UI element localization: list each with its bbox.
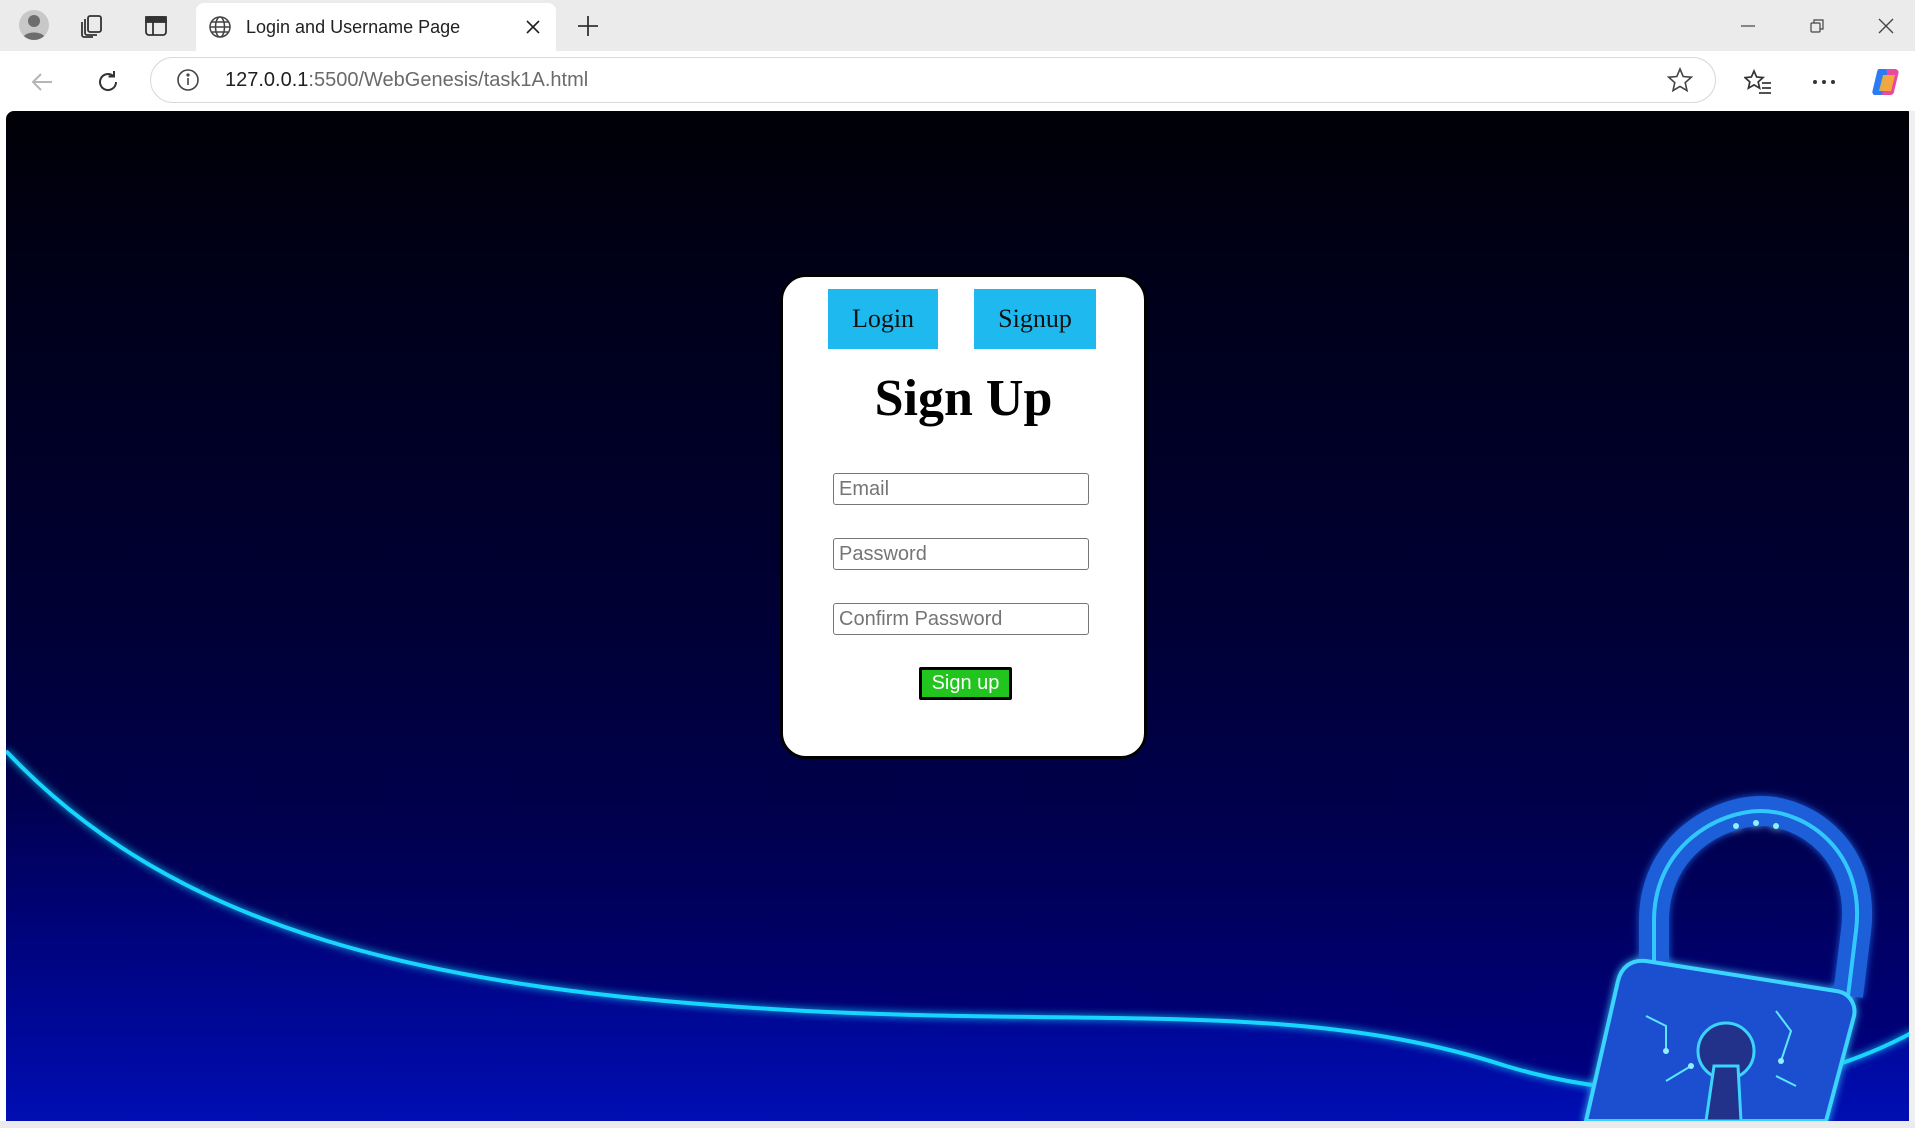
back-button[interactable] (22, 62, 62, 102)
form-title: Sign Up (874, 370, 1053, 427)
url-text: 127.0.0.1:5500/WebGenesis/task1A.html (225, 69, 1665, 92)
confirm-password-field[interactable] (833, 603, 1089, 635)
window-close-button[interactable] (1866, 8, 1906, 44)
plus-icon (578, 16, 598, 36)
address-bar[interactable]: 127.0.0.1:5500/WebGenesis/task1A.html (150, 57, 1716, 103)
email-field[interactable] (833, 473, 1089, 505)
active-tab[interactable]: Login and Username Page (196, 3, 556, 51)
info-icon[interactable] (175, 67, 201, 93)
restore-button[interactable] (1797, 8, 1837, 44)
minimize-button[interactable] (1728, 8, 1768, 44)
profile-button[interactable] (12, 7, 56, 43)
login-toggle-button[interactable]: Login (828, 289, 938, 349)
vertical-tabs-button[interactable] (138, 8, 174, 44)
signup-card: Login Signup Sign Up Sign up (780, 274, 1147, 759)
window-bottom-edge (0, 1121, 1915, 1128)
vertical-tabs-icon (145, 16, 167, 36)
close-icon (1878, 18, 1894, 34)
url-path: :5500/WebGenesis/task1A.html (308, 68, 589, 91)
globe-icon (209, 16, 231, 38)
new-tab-button[interactable] (570, 8, 606, 44)
browser-toolbar: 127.0.0.1:5500/WebGenesis/task1A.html (0, 51, 1915, 111)
reload-icon (99, 71, 118, 91)
favorites-icon (1744, 69, 1771, 94)
workspaces-icon (81, 15, 102, 38)
workspaces-button[interactable] (74, 8, 110, 44)
reload-button[interactable] (88, 62, 128, 102)
password-field[interactable] (833, 538, 1089, 570)
copilot-button[interactable] (1866, 62, 1906, 102)
page-scrollbar[interactable] (1909, 111, 1915, 1121)
tab-title: Login and Username Page (246, 16, 461, 37)
padlock-icon (1583, 795, 1873, 1121)
minimize-icon (1741, 25, 1755, 27)
signup-toggle-button[interactable]: Signup (974, 289, 1096, 349)
signup-submit-button[interactable]: Sign up (919, 667, 1012, 700)
tab-close-button[interactable] (516, 10, 550, 44)
star-icon[interactable] (1665, 65, 1695, 95)
back-arrow-icon (31, 73, 52, 91)
url-host: 127.0.0.1 (225, 68, 309, 91)
browser-tab-strip: Login and Username Page (0, 0, 1915, 51)
close-icon (526, 20, 540, 34)
more-icon (1813, 80, 1835, 84)
copilot-icon (1872, 69, 1899, 95)
favorites-button[interactable] (1738, 62, 1778, 102)
page-viewport: Login Signup Sign Up Sign up (6, 111, 1915, 1121)
more-button[interactable] (1804, 62, 1844, 102)
profile-icon (19, 10, 49, 40)
restore-icon (1810, 19, 1824, 33)
